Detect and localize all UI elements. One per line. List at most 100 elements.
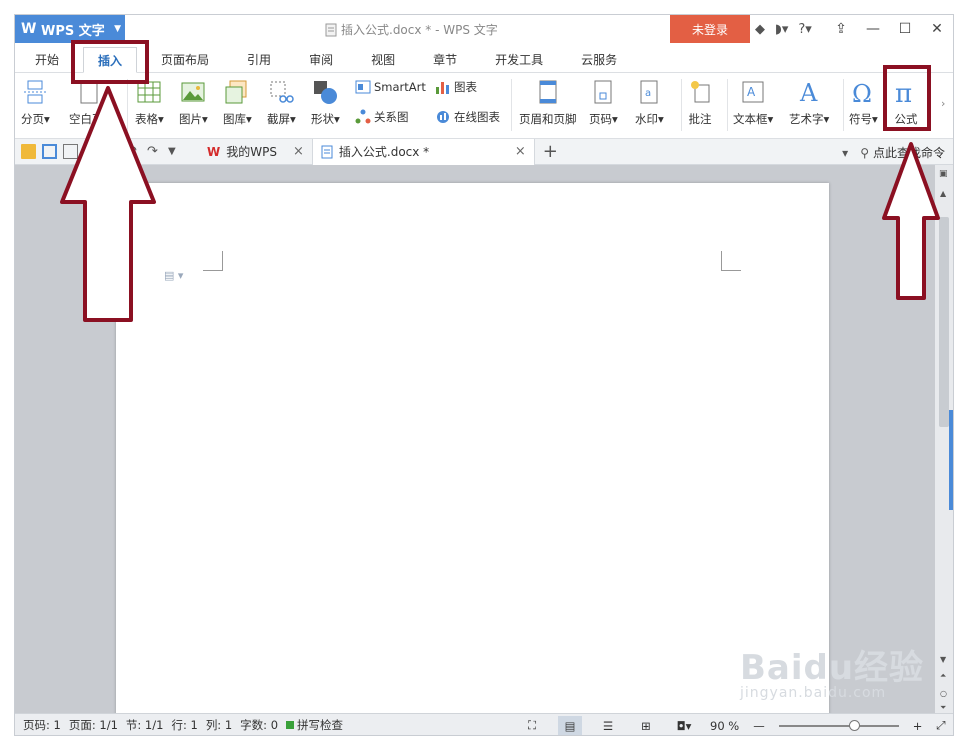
page-break-button[interactable]: 分页▾ [21,79,50,127]
comment-button[interactable]: 批注 [687,79,713,127]
prev-page-icon[interactable]: ⏶ [940,671,946,681]
title-icons: ◆ ◗▾ ?▾ [755,15,812,43]
spell-check-toggle[interactable]: 拼写检查 [286,717,343,733]
caret-down-icon: ▼ [114,24,121,34]
tab-view[interactable]: 视图 [357,46,409,72]
screenshot-button[interactable]: 截屏▾ [267,79,296,127]
close-tab-icon[interactable]: × [515,144,526,159]
margin-corner-right [721,251,741,271]
tab-cloud[interactable]: 云服务 [567,46,631,72]
paragraph-layout-icon[interactable]: ▤ ▾ [164,269,183,282]
status-bar: 页码: 1 页面: 1/1 节: 1/1 行: 1 列: 1 字数: 0 拼写检… [15,713,953,736]
shape-label: 形状 [311,112,334,126]
share-icon[interactable]: ⇪ [825,21,857,37]
expand-icon[interactable]: ⤢ [936,718,945,733]
zoom-slider[interactable] [778,719,899,731]
shape-icon [314,81,338,104]
web-view-icon[interactable]: ⊞ [634,716,658,736]
document-page[interactable]: ▤ ▾ [116,183,829,723]
spell-check-label: 拼写检查 [297,718,344,732]
login-button[interactable]: 未登录 [670,15,750,43]
zoom-in-icon[interactable]: + [913,719,923,733]
comment-icon [691,81,710,103]
tab-home[interactable]: 开始 [21,46,73,72]
minimize-icon[interactable]: — [857,21,889,37]
ribbon-separator [727,79,728,131]
picture-icon [181,82,205,102]
maximize-icon[interactable]: ☐ [889,21,921,37]
status-section: 节: 1/1 [125,718,164,732]
online-chart-icon [437,111,449,123]
relation-button[interactable]: 关系图 [355,109,409,125]
tab-references[interactable]: 引用 [233,46,285,72]
fullscreen-view-icon[interactable]: ⛶ [520,716,544,736]
textbox-button[interactable]: A 文本框▾ [733,79,773,127]
smartart-button[interactable]: SmartArt [355,79,426,95]
close-tab-icon[interactable]: × [293,144,304,159]
scissors-icon [270,81,295,103]
online-chart-label: 在线图表 [454,110,500,124]
chart-button[interactable]: 图表 [435,79,477,95]
up-arrow-icon [882,142,940,300]
doc-tab-current-label: 插入公式.docx * [338,145,430,159]
save-icon[interactable] [42,144,57,159]
page-number-button[interactable]: 页码▾ [589,79,618,127]
page-number-label: 页码 [589,112,612,126]
reading-view-icon[interactable]: ◘▾ [672,716,696,736]
smartart-icon [355,80,371,94]
relation-icon [355,109,371,124]
tab-layout[interactable]: 页面布局 [147,46,223,72]
zoom-knob[interactable] [848,719,860,731]
select-browse-icon[interactable]: ○ [940,689,947,698]
omega-icon: Ω [852,80,872,105]
wps-logo-icon: W [21,21,37,37]
zoom-out-icon[interactable]: — [753,719,765,733]
status-pages: 页面: 1/1 [68,718,118,732]
wps-red-logo-icon: W [207,144,221,159]
zoom-level[interactable]: 90 % [710,719,739,733]
panel-toggle-icon[interactable]: ▾ [842,146,848,160]
status-chars[interactable]: 字数: 0 [240,717,278,733]
next-page-icon[interactable]: ⏷ [940,703,946,713]
page-number-icon [594,80,612,104]
search-icon: ⚲ [860,145,869,160]
doc-tab-my-wps-label: 我的WPS [226,145,277,159]
textbox-icon: A [742,81,764,103]
customize-caret-icon[interactable]: ▼ [168,144,183,159]
formula-highlight [883,65,931,131]
open-icon[interactable] [21,144,36,159]
help-button[interactable]: ?▾ [798,22,811,37]
tab-review[interactable]: 审阅 [295,46,347,72]
doc-tab-my-wps[interactable]: W 我的WPS × [199,138,313,165]
gallery-button[interactable]: 图库▾ [223,79,252,127]
app-menu-button[interactable]: W WPS 文字 ▼ [15,15,125,43]
outline-view-icon[interactable]: ☰ [596,716,620,736]
doc-tab-current[interactable]: 插入公式.docx * × [312,138,535,165]
header-footer-button[interactable]: 页眉和页脚 [519,79,577,127]
ribbon-more-icon[interactable]: › [941,97,945,110]
watermark-button[interactable]: a 水印▾ [635,79,664,127]
symbol-button[interactable]: Ω 符号▾ [849,79,878,127]
header-footer-icon [539,80,557,104]
picture-button[interactable]: 图片▾ [179,79,208,127]
online-chart-button[interactable]: 在线图表 [435,109,500,125]
ribbon-separator [511,79,512,131]
close-icon[interactable]: ✕ [921,21,953,37]
new-tab-button[interactable]: + [535,141,566,162]
gallery-icon [225,80,247,104]
chart-label: 图表 [454,80,477,94]
scroll-down-icon[interactable]: ▼ [940,655,946,664]
wordart-button[interactable]: A 艺术字▾ [789,79,829,127]
shape-button[interactable]: 形状▾ [311,79,340,127]
watermark-label: 水印 [635,112,658,126]
page-view-icon[interactable]: ▤ [558,715,582,735]
task-pane-toggle[interactable] [949,410,953,510]
skin-icon[interactable]: ◆ [755,22,765,37]
comment-label: 批注 [688,112,712,126]
window-title: 插入公式.docx * - WPS 文字 [325,21,498,38]
picture-label: 图片 [179,112,202,126]
feedback-icon[interactable]: ◗▾ [775,22,788,37]
svg-text:Ω: Ω [852,80,872,105]
tab-developer[interactable]: 开发工具 [481,46,557,72]
tab-section[interactable]: 章节 [419,46,471,72]
